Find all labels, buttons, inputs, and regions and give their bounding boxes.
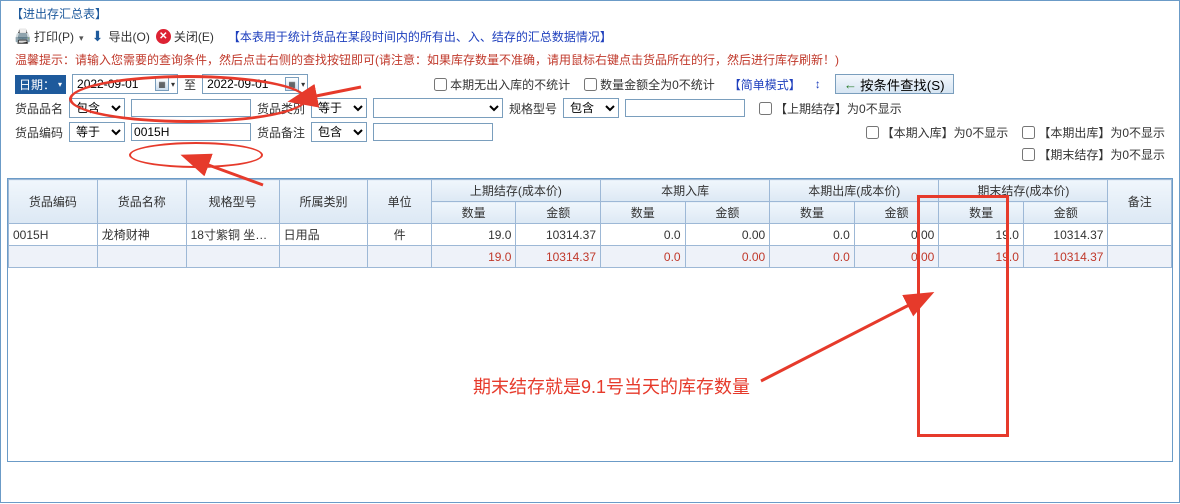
remark-label: 货品备注 (257, 124, 305, 141)
dropdown-caret-icon[interactable]: ▾ (171, 80, 175, 89)
col-out-qty[interactable]: 数量 (770, 202, 855, 224)
remark-op[interactable]: 包含 (311, 122, 367, 142)
col-unit[interactable]: 单位 (368, 180, 431, 224)
product-name-input[interactable] (131, 99, 251, 117)
col-end-amt[interactable]: 金额 (1023, 202, 1108, 224)
col-in-period[interactable]: 本期入库 (601, 180, 770, 202)
out-hide-checkbox[interactable]: 【本期出库】为0不显示 (1022, 124, 1165, 141)
window-title: 【进出存汇总表】 (1, 1, 1179, 26)
col-in-amt[interactable]: 金额 (685, 202, 770, 224)
data-table: 货品编码 货品名称 规格型号 所属类别 单位 上期结存(成本价) 本期入库 本期… (8, 179, 1172, 268)
data-table-container: 货品编码 货品名称 规格型号 所属类别 单位 上期结存(成本价) 本期入库 本期… (7, 178, 1173, 462)
product-code-input[interactable] (131, 123, 251, 141)
product-name-op[interactable]: 包含 (69, 98, 125, 118)
simple-mode-link[interactable]: 【简单模式】 (729, 76, 801, 93)
col-end-qty[interactable]: 数量 (939, 202, 1024, 224)
col-end-stock[interactable]: 期末结存(成本价) (939, 180, 1108, 202)
product-code-op[interactable]: 等于 (69, 122, 125, 142)
date-separator: 至 (184, 76, 196, 93)
export-button[interactable]: ⬇ 导出(O) (90, 28, 150, 45)
print-label: 打印(P) (34, 28, 74, 45)
col-last-amt[interactable]: 金额 (516, 202, 601, 224)
dropdown-caret-icon[interactable]: ▾ (301, 80, 305, 89)
col-category[interactable]: 所属类别 (279, 180, 368, 224)
calendar-icon[interactable]: ▦ (155, 77, 169, 91)
remark-input[interactable] (373, 123, 493, 141)
close-button[interactable]: ✕ 关闭(E) (156, 28, 214, 45)
print-button[interactable]: 🖨️ 打印(P) (15, 28, 84, 45)
in-hide-checkbox[interactable]: 【本期入库】为0不显示 (866, 124, 1009, 141)
filter-panel: 日期： ▦▾ 至 ▦▾ 本期无出入库的不统计 数量金额全为0不统计 【简单模式】… (1, 72, 1179, 174)
col-last-qty[interactable]: 数量 (431, 202, 516, 224)
col-name[interactable]: 货品名称 (97, 180, 186, 224)
close-label: 关闭(E) (174, 28, 214, 45)
no-inout-checkbox[interactable]: 本期无出入库的不统计 (434, 76, 570, 93)
category-label: 货品类别 (257, 100, 305, 117)
printer-icon: 🖨️ (15, 29, 31, 45)
hint-text: 温馨提示：请输入您需要的查询条件，然后点击右侧的查找按钮即可(请注意：如果库存数… (1, 49, 1179, 72)
last-stock-hide-checkbox[interactable]: 【上期结存】为0不显示 (759, 100, 902, 117)
calendar-icon[interactable]: ▦ (285, 77, 299, 91)
spec-input[interactable] (625, 99, 745, 117)
product-code-label: 货品编码 (15, 124, 63, 141)
zero-amount-checkbox[interactable]: 数量金额全为0不统计 (584, 76, 715, 93)
spec-op[interactable]: 包含 (563, 98, 619, 118)
category-op[interactable]: 等于 (311, 98, 367, 118)
export-label: 导出(O) (109, 28, 150, 45)
date-to-box[interactable]: ▦▾ (202, 74, 308, 94)
col-in-qty[interactable]: 数量 (601, 202, 686, 224)
close-icon: ✕ (156, 29, 171, 44)
toolbar-description: 【本表用于统计货品在某段时间内的所有出、入、结存的汇总数据情况】 (228, 28, 612, 45)
dropdown-caret-icon (77, 30, 84, 44)
end-hide-checkbox[interactable]: 【期末结存】为0不显示 (1022, 146, 1165, 163)
col-out-amt[interactable]: 金额 (854, 202, 939, 224)
date-to-input[interactable] (205, 76, 283, 92)
search-button[interactable]: 按条件查找(S) (835, 74, 954, 94)
product-name-label: 货品品名 (15, 100, 63, 117)
toolbar: 🖨️ 打印(P) ⬇ 导出(O) ✕ 关闭(E) 【本表用于统计货品在某段时间内… (1, 26, 1179, 49)
col-spec[interactable]: 规格型号 (186, 180, 279, 224)
arrow-icon: ↕ (815, 77, 821, 91)
total-row: ..... 19.0 10314.37 0.0 0.00 0.0 0.00 19… (9, 246, 1172, 268)
col-code[interactable]: 货品编码 (9, 180, 98, 224)
col-out-period[interactable]: 本期出库(成本价) (770, 180, 939, 202)
col-remark[interactable]: 备注 (1108, 180, 1172, 224)
date-label[interactable]: 日期： (15, 75, 66, 94)
date-from-input[interactable] (75, 76, 153, 92)
date-from-box[interactable]: ▦▾ (72, 74, 178, 94)
export-icon: ⬇ (90, 29, 106, 45)
table-row[interactable]: 0015H 龙椅财神 18寸紫铜 坐… 日用品 件 19.0 10314.37 … (9, 224, 1172, 246)
col-last-stock[interactable]: 上期结存(成本价) (431, 180, 600, 202)
category-select[interactable] (373, 98, 503, 118)
spec-label: 规格型号 (509, 100, 557, 117)
